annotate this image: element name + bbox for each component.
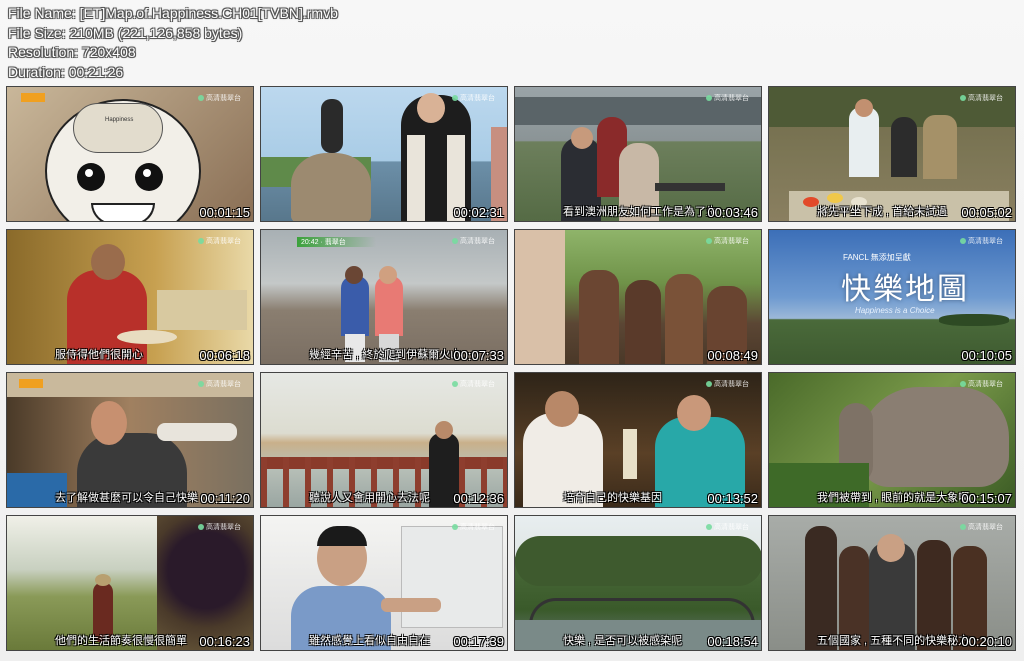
timestamp: 00:12:36 [453, 491, 504, 506]
thumbnail-3[interactable]: 看到澳洲朋友如何工作是為了生 高清翡翠台 00:03:46 [514, 86, 762, 222]
timestamp: 00:08:49 [707, 348, 758, 363]
thumbnail-2[interactable]: 高清翡翠台 00:02:31 [260, 86, 508, 222]
timestamp: 00:02:31 [453, 205, 504, 220]
timestamp: 00:13:52 [707, 491, 758, 506]
subtitle: 服侍得他們很開心 [55, 349, 143, 361]
timestamp: 00:16:23 [199, 634, 250, 649]
title-tagline: Happiness is a Choice [855, 306, 935, 315]
channel-logo: 高清翡翠台 [706, 522, 749, 532]
channel-logo: 高清翡翠台 [960, 379, 1003, 389]
thumbnail-6[interactable]: 20:42 · 翡翠台 幾經辛苦 , 終於爬到伊蘇爾火山 高清翡翠台 00:07… [260, 229, 508, 365]
thumbnail-4[interactable]: 將先平坐下成 , 首給末試過 高清翡翠台 00:05:02 [768, 86, 1016, 222]
file-info-panel: File Name: [ET]Map.of.Happiness.CH01[TVB… [8, 4, 338, 82]
thumbnail-10[interactable]: 聽說人又會用開心去法呢 高清翡翠台 00:12:36 [260, 372, 508, 508]
thumbnail-11[interactable]: 培育自己的快樂基因 高清翡翠台 00:13:52 [514, 372, 762, 508]
file-name: File Name: [ET]Map.of.Happiness.CH01[TVB… [8, 5, 338, 21]
timestamp: 00:07:33 [453, 348, 504, 363]
channel-logo: 高清翡翠台 [960, 93, 1003, 103]
subtitle: 將先平坐下成 , 首給末試過 [817, 206, 948, 218]
resolution: Resolution: 720x408 [8, 44, 136, 60]
channel-logo: 高清翡翠台 [198, 522, 241, 532]
timestamp: 00:06:18 [199, 348, 250, 363]
channel-logo: 高清翡翠台 [452, 379, 495, 389]
timestamp: 00:01:15 [199, 205, 250, 220]
thumbnail-14[interactable]: 雖然感覺上看似自由自在 高清翡翠台 00:17:39 [260, 515, 508, 651]
subtitle: 培育自己的快樂基因 [563, 492, 662, 504]
channel-logo: 高清翡翠台 [706, 93, 749, 103]
timestamp: 00:18:54 [707, 634, 758, 649]
thumbnail-5[interactable]: 服侍得他們很開心 高清翡翠台 00:06:18 [6, 229, 254, 365]
subtitle: 去了解做甚麼可以令自己快樂 [55, 492, 198, 504]
happiness-doodle-label: Happiness [105, 117, 134, 123]
thumbnail-13[interactable]: 他們的生活節奏很慢很簡單 高清翡翠台 00:16:23 [6, 515, 254, 651]
channel-logo: 高清翡翠台 [706, 236, 749, 246]
subtitle: 雖然感覺上看似自由自在 [309, 635, 430, 647]
file-size: File Size: 210MB (221,126,858 bytes) [8, 24, 243, 41]
duration: Duration: 00:21:26 [8, 63, 124, 80]
timestamp: 00:11:20 [200, 491, 250, 506]
title-sponsor: FANCL 無添加呈獻 [843, 253, 911, 262]
timestamp: 00:15:07 [961, 491, 1012, 506]
subtitle: 我們被帶到 , 眼前的就是大象啊 [817, 492, 970, 504]
channel-logo: 高清翡翠台 [198, 93, 241, 103]
channel-logo: 高清翡翠台 [960, 522, 1003, 532]
subtitle: 聽說人又會用開心去法呢 [309, 492, 430, 504]
channel-logo: 高清翡翠台 [706, 379, 749, 389]
thumbnail-15[interactable]: 快樂 , 是否可以被感染呢 高清翡翠台 00:18:54 [514, 515, 762, 651]
title-card-text: 快樂地圖 [841, 273, 969, 306]
timestamp: 00:17:39 [453, 634, 504, 649]
channel-logo: 高清翡翠台 [452, 236, 495, 246]
thumbnail-12[interactable]: 我們被帶到 , 眼前的就是大象啊 高清翡翠台 00:15:07 [768, 372, 1016, 508]
thumbnail-8[interactable]: FANCL 無添加呈獻 快樂地圖 Happiness is a Choice 高… [768, 229, 1016, 365]
timestamp: 00:03:46 [707, 205, 758, 220]
subtitle: 幾經辛苦 , 終於爬到伊蘇爾火山 [309, 349, 462, 361]
timestamp: 00:20:10 [961, 634, 1012, 649]
channel-logo: 高清翡翠台 [198, 236, 241, 246]
timestamp: 00:10:05 [961, 348, 1012, 363]
thumbnail-1[interactable]: Happiness 高清翡翠台 00:01:15 [6, 86, 254, 222]
subtitle: 五個國家 , 五種不同的快樂秘方 [817, 635, 970, 647]
channel-logo: 高清翡翠台 [960, 236, 1003, 246]
channel-logo: 高清翡翠台 [452, 93, 495, 103]
thumbnail-16[interactable]: 五個國家 , 五種不同的快樂秘方 高清翡翠台 00:20:10 [768, 515, 1016, 651]
channel-logo: 高清翡翠台 [198, 379, 241, 389]
subtitle: 他們的生活節奏很慢很簡單 [55, 635, 187, 647]
subtitle: 看到澳洲朋友如何工作是為了生 [563, 206, 717, 218]
subtitle: 快樂 , 是否可以被感染呢 [563, 635, 683, 647]
channel-logo: 高清翡翠台 [452, 522, 495, 532]
timestamp: 00:05:02 [961, 205, 1012, 220]
thumbnail-7[interactable]: 高清翡翠台 00:08:49 [514, 229, 762, 365]
lower-third: 20:42 · 翡翠台 [297, 237, 376, 247]
thumbnail-9[interactable]: 去了解做甚麼可以令自己快樂 高清翡翠台 00:11:20 [6, 372, 254, 508]
